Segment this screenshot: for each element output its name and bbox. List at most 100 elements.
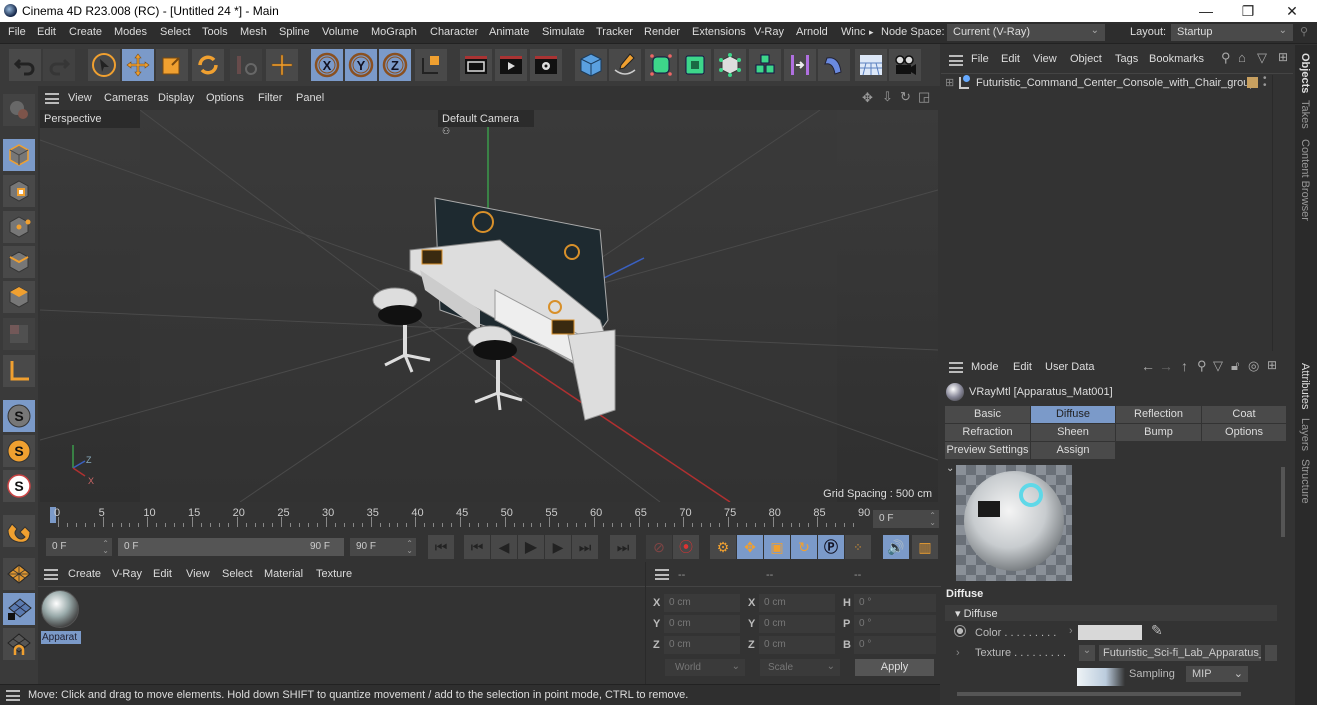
texture-mode-button[interactable] xyxy=(3,175,35,207)
cloner-button[interactable] xyxy=(714,49,746,81)
sculpt-layer-button[interactable] xyxy=(3,94,35,126)
side-tab-objects[interactable]: Objects xyxy=(1299,53,1311,93)
filter-icon[interactable]: ▽ xyxy=(1257,50,1267,66)
array-button[interactable] xyxy=(749,49,781,81)
pan-view-icon[interactable]: ✥ xyxy=(862,90,873,106)
pos-z-field[interactable]: 0 cm xyxy=(664,636,740,654)
object-menu-bookmarks[interactable]: Bookmarks xyxy=(1149,53,1204,65)
live-selection-button[interactable] xyxy=(88,49,120,81)
forward-arrow-icon[interactable]: → xyxy=(1159,358,1173,374)
material-menu-edit[interactable]: Edit xyxy=(153,568,172,580)
rotate-view-icon[interactable]: ↻ xyxy=(900,89,911,105)
lock-icon[interactable]: 🔓︎ xyxy=(1231,358,1239,374)
up-arrow-icon[interactable]: ↑ xyxy=(1181,358,1188,374)
tab-options[interactable]: Options xyxy=(1202,424,1286,441)
camera-button[interactable] xyxy=(889,49,921,81)
spinner-icon[interactable]: ⌃ ⌄ xyxy=(406,540,413,555)
menu-character[interactable]: Character xyxy=(430,26,478,38)
material-menu-vray[interactable]: V-Ray xyxy=(112,568,142,580)
axis-mode-button[interactable] xyxy=(3,355,35,387)
keyframe-selection-button[interactable]: ⚙ xyxy=(710,535,736,559)
redo-button[interactable] xyxy=(43,49,75,81)
tab-refraction[interactable]: Refraction xyxy=(945,424,1030,441)
back-arrow-icon[interactable]: ← xyxy=(1141,358,1155,374)
viewport-menu-display[interactable]: Display xyxy=(158,92,194,104)
search-icon[interactable]: ⚲ xyxy=(1300,25,1308,38)
side-tab-content-browser[interactable]: Content Browser xyxy=(1299,139,1311,221)
scale-button[interactable] xyxy=(156,49,188,81)
hamburger-menu-icon[interactable] xyxy=(45,93,59,104)
material-menu-material[interactable]: Material xyxy=(264,568,303,580)
sound-button[interactable]: 🔊 xyxy=(883,535,909,559)
polygon-mode-button[interactable] xyxy=(3,281,35,313)
hamburger-menu-icon[interactable] xyxy=(949,362,963,373)
menu-select[interactable]: Select xyxy=(160,26,191,38)
side-tab-takes[interactable]: Takes xyxy=(1299,100,1311,129)
pen-button[interactable] xyxy=(609,49,641,81)
spinner-icon[interactable]: ⌃ ⌄ xyxy=(102,540,109,555)
rot-b-field[interactable]: 0 ° xyxy=(854,636,936,654)
material-preview[interactable] xyxy=(956,465,1072,581)
attr-menu-user-data[interactable]: User Data xyxy=(1045,361,1095,373)
menu-simulate[interactable]: Simulate xyxy=(542,26,585,38)
menu-render[interactable]: Render xyxy=(644,26,680,38)
hamburger-menu-icon[interactable] xyxy=(655,569,669,580)
texture-menu-button[interactable]: ⌄ xyxy=(1079,645,1095,661)
search-icon[interactable]: ⚲ xyxy=(1221,50,1231,66)
rotate-button[interactable] xyxy=(192,49,224,81)
attr-menu-edit[interactable]: Edit xyxy=(1013,361,1032,373)
model-mode-button[interactable] xyxy=(3,139,35,171)
record-button[interactable]: ⊘ xyxy=(646,535,672,559)
end-frame-field[interactable]: 90 F ⌃ ⌄ xyxy=(350,538,416,556)
key-rotation-button[interactable]: ↻ xyxy=(791,535,817,559)
key-parameter-button[interactable]: Ⓟ xyxy=(818,535,844,559)
close-button[interactable]: ✕ xyxy=(1270,0,1314,22)
previous-key-button[interactable]: ⏮ xyxy=(464,535,490,559)
tab-assign[interactable]: Assign xyxy=(1031,442,1115,459)
tab-sheen[interactable]: Sheen xyxy=(1031,424,1115,441)
camera-label[interactable]: Default Camera ⚇ xyxy=(438,110,534,136)
rot-h-field[interactable]: 0 ° xyxy=(854,594,936,612)
maximize-view-icon[interactable]: ◲ xyxy=(918,89,930,105)
coordinate-space-dropdown[interactable]: World ⌄ xyxy=(665,659,745,676)
sampling-dropdown[interactable]: MIP ⌄ xyxy=(1186,666,1248,682)
subdivision-button[interactable] xyxy=(645,49,677,81)
attr-scrollbar[interactable] xyxy=(1281,467,1285,537)
target-icon[interactable]: ◎ xyxy=(1248,358,1259,374)
new-panel-icon[interactable]: ⊞ xyxy=(1267,358,1277,372)
menu-modes[interactable]: Modes xyxy=(114,26,147,38)
material-menu-select[interactable]: Select xyxy=(222,568,253,580)
previous-frame-button[interactable]: ◀ xyxy=(491,535,517,559)
menu-extensions[interactable]: Extensions xyxy=(692,26,746,38)
key-scale-button[interactable]: ▣ xyxy=(764,535,790,559)
current-frame-field[interactable]: 0 F ⌃ ⌄ xyxy=(873,510,939,528)
node-space-dropdown[interactable]: Current (V-Ray) ⌄ xyxy=(947,24,1105,41)
menu-tools[interactable]: Tools xyxy=(202,26,228,38)
pos-y-field[interactable]: 0 cm xyxy=(664,615,740,633)
timeline-ruler[interactable]: 0 5 10 15 20 25 30 35 40 45 50 55 60 65 70 75 80 85 90 0 F… xyxy=(40,503,940,533)
color-swatch[interactable] xyxy=(1078,625,1142,640)
maximize-button[interactable]: ❐ xyxy=(1226,0,1270,22)
eyedropper-icon[interactable]: ✎ xyxy=(1151,622,1163,639)
menu-file[interactable]: File xyxy=(8,26,26,38)
menu-animate[interactable]: Animate xyxy=(489,26,529,38)
snap-settings-button[interactable]: S xyxy=(3,435,35,467)
side-tab-structure[interactable]: Structure xyxy=(1299,459,1311,504)
zoom-view-icon[interactable]: ⇩ xyxy=(882,89,893,105)
horizontal-scrollbar[interactable] xyxy=(957,692,1241,696)
menu-tracker[interactable]: Tracker xyxy=(596,26,633,38)
recent-tool-button[interactable] xyxy=(230,49,262,81)
deformer-button[interactable] xyxy=(784,49,816,81)
undo-button[interactable] xyxy=(9,49,41,81)
viewport-menu-filter[interactable]: Filter xyxy=(258,92,282,104)
object-menu-edit[interactable]: Edit xyxy=(1001,53,1020,65)
go-to-end-button[interactable]: ⏭ xyxy=(610,535,636,559)
menu-mograph[interactable]: MoGraph xyxy=(371,26,417,38)
collapse-preview-icon[interactable]: ⌄ xyxy=(946,463,954,474)
menu-vray[interactable]: V-Ray xyxy=(754,26,784,38)
animate-param-icon[interactable] xyxy=(954,625,966,637)
snap-button[interactable]: S xyxy=(3,400,35,432)
size-z-field[interactable]: 0 cm xyxy=(759,636,835,654)
tab-coat[interactable]: Coat xyxy=(1202,406,1286,423)
spinner-icon[interactable]: ⌃ ⌄ xyxy=(929,512,936,527)
